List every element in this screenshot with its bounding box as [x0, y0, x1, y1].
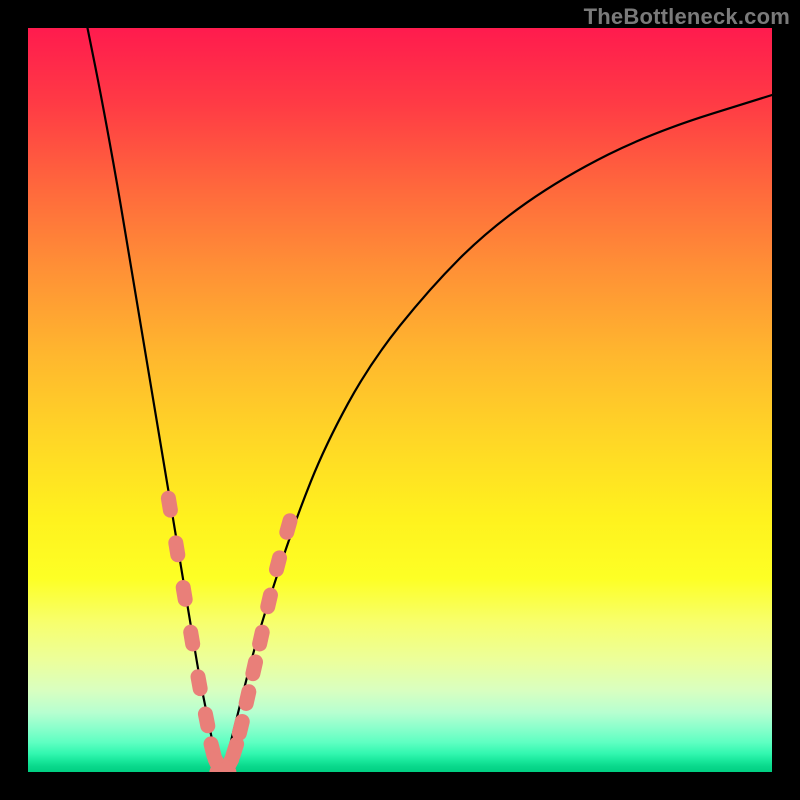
bead-marker: [251, 624, 270, 652]
bead-marker: [190, 669, 208, 697]
bead-marker: [197, 706, 216, 734]
bead-marker: [245, 654, 264, 682]
bead-marker: [160, 490, 178, 518]
plot-area: [28, 28, 772, 772]
bead-marker: [231, 713, 251, 742]
curve-path: [88, 28, 773, 772]
bead-marker: [278, 512, 298, 541]
bead-marker: [238, 683, 257, 711]
bead-marker: [268, 549, 288, 578]
bead-marker-group: [160, 490, 298, 772]
bead-marker: [168, 535, 186, 563]
chart-frame: TheBottleneck.com: [0, 0, 800, 800]
bead-marker: [259, 587, 278, 615]
watermark-text: TheBottleneck.com: [584, 4, 790, 30]
bottleneck-curve: [28, 28, 772, 772]
bead-marker: [183, 624, 201, 652]
bead-marker: [175, 579, 193, 607]
